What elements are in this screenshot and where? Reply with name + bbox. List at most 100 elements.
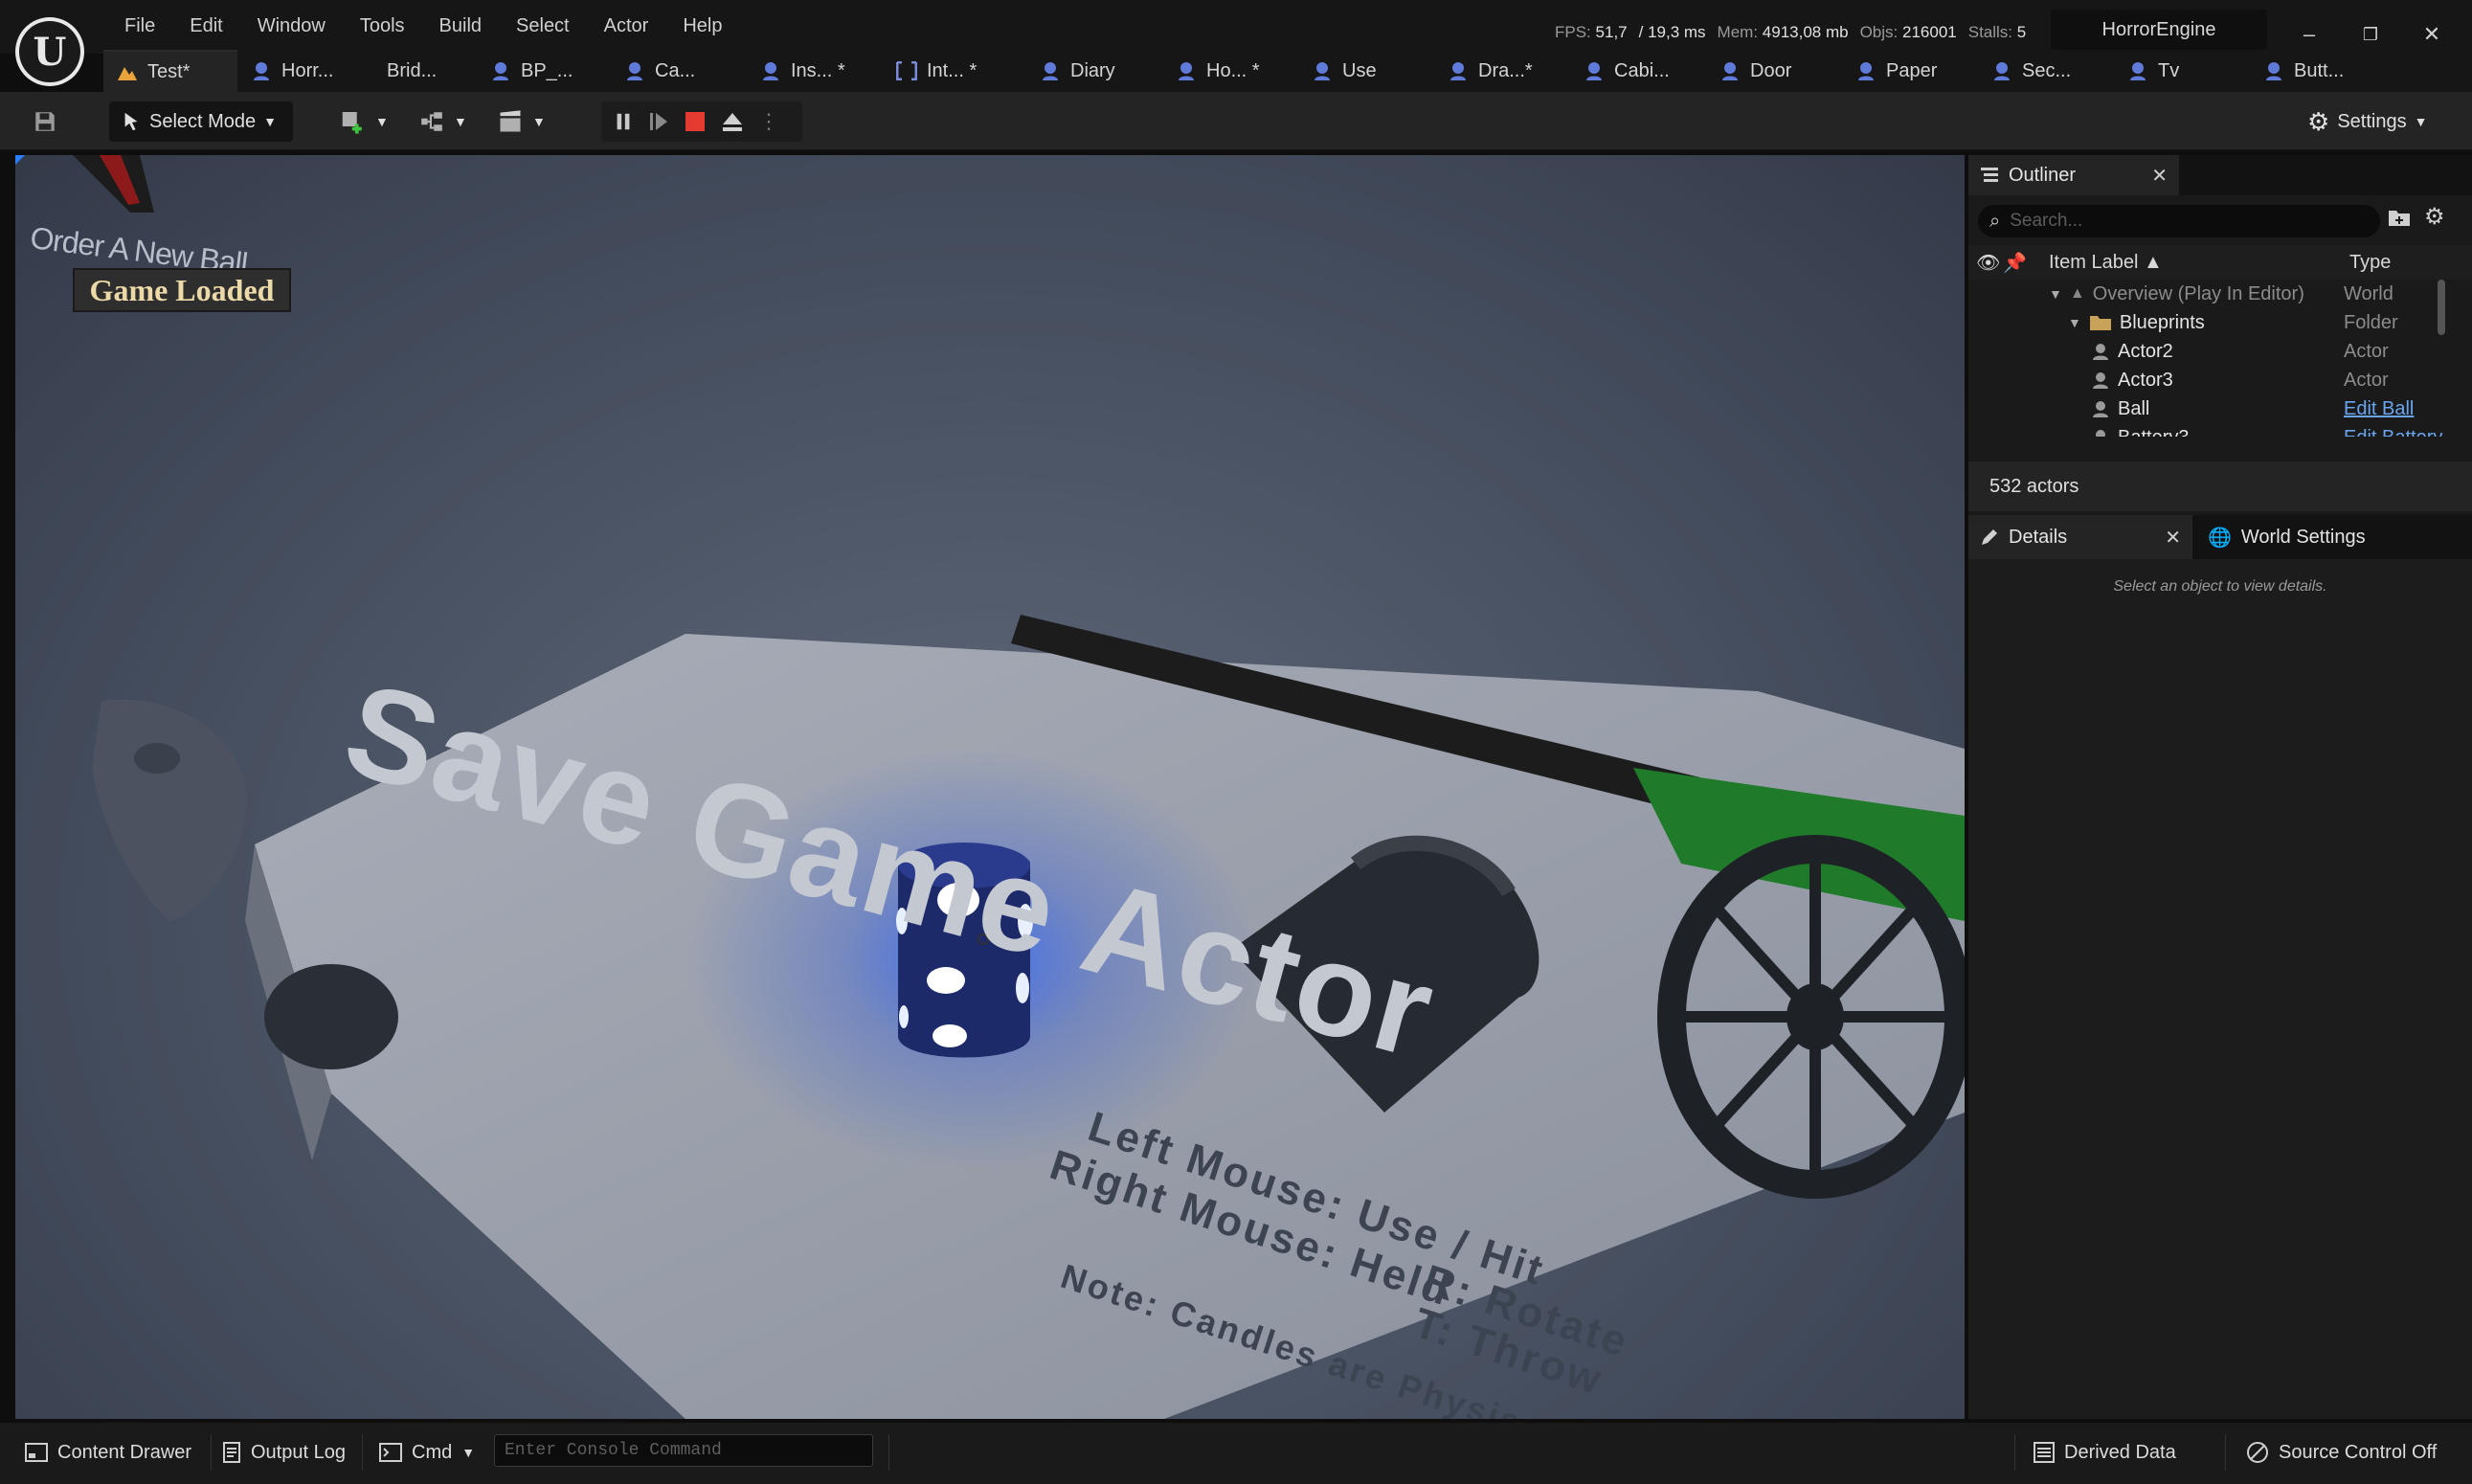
tab-tv[interactable]: Tv	[2114, 50, 2250, 92]
select-mode-dropdown[interactable]: Select Mode ▼	[109, 101, 293, 142]
outliner-scrollbar[interactable]	[2438, 280, 2445, 335]
level-viewport[interactable]: Order A New Ball Game Loaded Save Game A…	[15, 155, 1965, 1419]
blueprint-icon	[490, 60, 511, 81]
actor-icon	[2093, 344, 2108, 360]
tab-label: Test*	[147, 60, 191, 82]
tab-label: Use	[1342, 59, 1377, 81]
visibility-column-icon[interactable]: 👁	[1976, 245, 2000, 280]
expand-arrow-icon[interactable]: ▼	[2068, 315, 2081, 330]
menu-file[interactable]: File	[107, 11, 172, 41]
divider	[211, 1434, 212, 1471]
stop-icon[interactable]	[684, 110, 707, 133]
tab-label: Ca...	[655, 59, 696, 81]
chevron-down-icon: ▼	[454, 114, 467, 129]
tab-brid[interactable]: Brid...	[373, 50, 477, 92]
menu-build[interactable]: Build	[422, 11, 499, 41]
menu-tools[interactable]: Tools	[343, 11, 422, 41]
tab-world-settings[interactable]: 🌐 World Settings	[2196, 515, 2464, 559]
menu-window[interactable]: Window	[240, 11, 343, 41]
divider	[362, 1434, 363, 1471]
unreal-logo-icon[interactable]: U	[15, 17, 84, 86]
blueprint-icon	[1584, 60, 1605, 81]
column-type[interactable]: Type	[2349, 245, 2391, 280]
fps-stat: FPS: 51,7	[1555, 23, 1628, 41]
outliner-row[interactable]: ▼ ▲ Overview (Play In Editor) World	[1968, 280, 2461, 308]
outliner-row[interactable]: Battery3 Edit Battery	[1968, 423, 2461, 437]
tab-ca[interactable]: Ca...	[611, 50, 747, 92]
minimize-button[interactable]: –	[2279, 15, 2340, 54]
more-options-icon[interactable]: ⋮	[758, 109, 779, 134]
tab-cabi[interactable]: Cabi...	[1570, 50, 1706, 92]
menu-help[interactable]: Help	[665, 11, 739, 41]
output-log-button[interactable]: Output Log	[222, 1432, 346, 1473]
pin-column-icon[interactable]: 📌	[2003, 245, 2027, 280]
globe-icon: 🌐	[2208, 527, 2232, 549]
tab-door[interactable]: Door	[1706, 50, 1842, 92]
chevron-down-icon: ▼	[461, 1445, 476, 1460]
outliner-row[interactable]: ▼ Blueprints Folder	[1968, 308, 2461, 337]
add-actor-button[interactable]: ▼	[339, 101, 389, 142]
pause-icon[interactable]	[613, 110, 634, 133]
maximize-button[interactable]: ❐	[2340, 15, 2401, 54]
tab-outliner[interactable]: Outliner ✕	[1968, 155, 2179, 195]
blueprint-icon	[1176, 60, 1197, 81]
tab-butt[interactable]: Butt...	[2250, 50, 2386, 92]
tab-dra[interactable]: Dra...*	[1434, 50, 1570, 92]
tab-details[interactable]: Details ✕	[1968, 515, 2192, 559]
close-icon[interactable]: ✕	[2151, 164, 2168, 188]
source-control-button[interactable]: Source Control Off	[2246, 1432, 2437, 1473]
settings-button[interactable]: ⚙ Settings ▼	[2307, 101, 2427, 142]
tab-ho[interactable]: Ho... *	[1162, 50, 1298, 92]
blueprint-icon	[1855, 60, 1876, 81]
derived-data-button[interactable]: Derived Data	[2034, 1432, 2176, 1473]
menu-actor[interactable]: Actor	[587, 11, 666, 41]
outliner-row[interactable]: Actor3 Actor	[1968, 366, 2461, 394]
cinematics-button[interactable]: ▼	[496, 101, 546, 142]
tab-use[interactable]: Use	[1298, 50, 1434, 92]
tab-sec[interactable]: Sec...	[1978, 50, 2114, 92]
edit-blueprint-link[interactable]: Edit Ball	[2332, 398, 2414, 420]
menu-select[interactable]: Select	[499, 11, 587, 41]
outliner-row-label: Actor2	[2091, 341, 2173, 363]
step-forward-icon[interactable]	[647, 110, 670, 133]
level-icon	[117, 61, 138, 82]
cursor-icon	[124, 112, 138, 131]
outliner-row[interactable]: Ball Edit Ball	[1968, 394, 2461, 423]
cmd-dropdown[interactable]: Cmd ▼	[379, 1432, 475, 1473]
outliner-row-type: Folder	[2344, 311, 2398, 333]
gear-icon[interactable]: ⚙	[2424, 206, 2445, 229]
column-item-label[interactable]: Item Label ▲	[2049, 245, 2163, 280]
add-folder-icon[interactable]	[2388, 207, 2411, 228]
tab-ins[interactable]: Ins... *	[747, 50, 883, 92]
search-input[interactable]	[2010, 211, 2355, 232]
ms-stat: / 19,3 ms	[1638, 23, 1706, 41]
outliner-column-header: 👁 📌 Item Label ▲ Type	[1968, 245, 2472, 280]
edit-blueprint-link[interactable]: Edit Battery	[2332, 427, 2442, 438]
content-drawer-icon	[25, 1443, 48, 1462]
source-control-off-icon	[2247, 1442, 2268, 1463]
blueprint-icon	[1991, 60, 2012, 81]
bowl-shape	[264, 964, 398, 1069]
close-icon[interactable]: ✕	[2165, 526, 2181, 550]
menu-edit[interactable]: Edit	[172, 11, 239, 41]
expand-arrow-icon[interactable]: ▼	[2049, 286, 2062, 302]
console-command-input[interactable]	[494, 1434, 873, 1467]
settings-label: Settings	[2337, 110, 2407, 132]
content-drawer-button[interactable]: Content Drawer	[25, 1432, 191, 1473]
blueprint-icon	[1312, 60, 1333, 81]
tab-test[interactable]: Test*	[103, 50, 237, 92]
tab-horr[interactable]: Horr...	[237, 50, 373, 92]
source-control-label: Source Control Off	[2279, 1441, 2438, 1463]
tab-paper[interactable]: Paper	[1842, 50, 1978, 92]
close-window-button[interactable]: ✕	[2401, 15, 2462, 54]
outliner-row-label: Battery3	[2091, 427, 2189, 437]
outliner-row-type: Actor	[2344, 340, 2389, 362]
blueprints-button[interactable]: ▼	[417, 101, 467, 142]
tab-int[interactable]: Int... *	[883, 50, 1026, 92]
eject-icon[interactable]	[720, 110, 745, 133]
tab-diary[interactable]: Diary	[1026, 50, 1162, 92]
tab-bp[interactable]: BP_...	[477, 50, 611, 92]
save-all-button[interactable]	[33, 101, 57, 142]
outliner-row[interactable]: Actor2 Actor	[1968, 337, 2461, 366]
actor-icon	[2093, 401, 2108, 417]
